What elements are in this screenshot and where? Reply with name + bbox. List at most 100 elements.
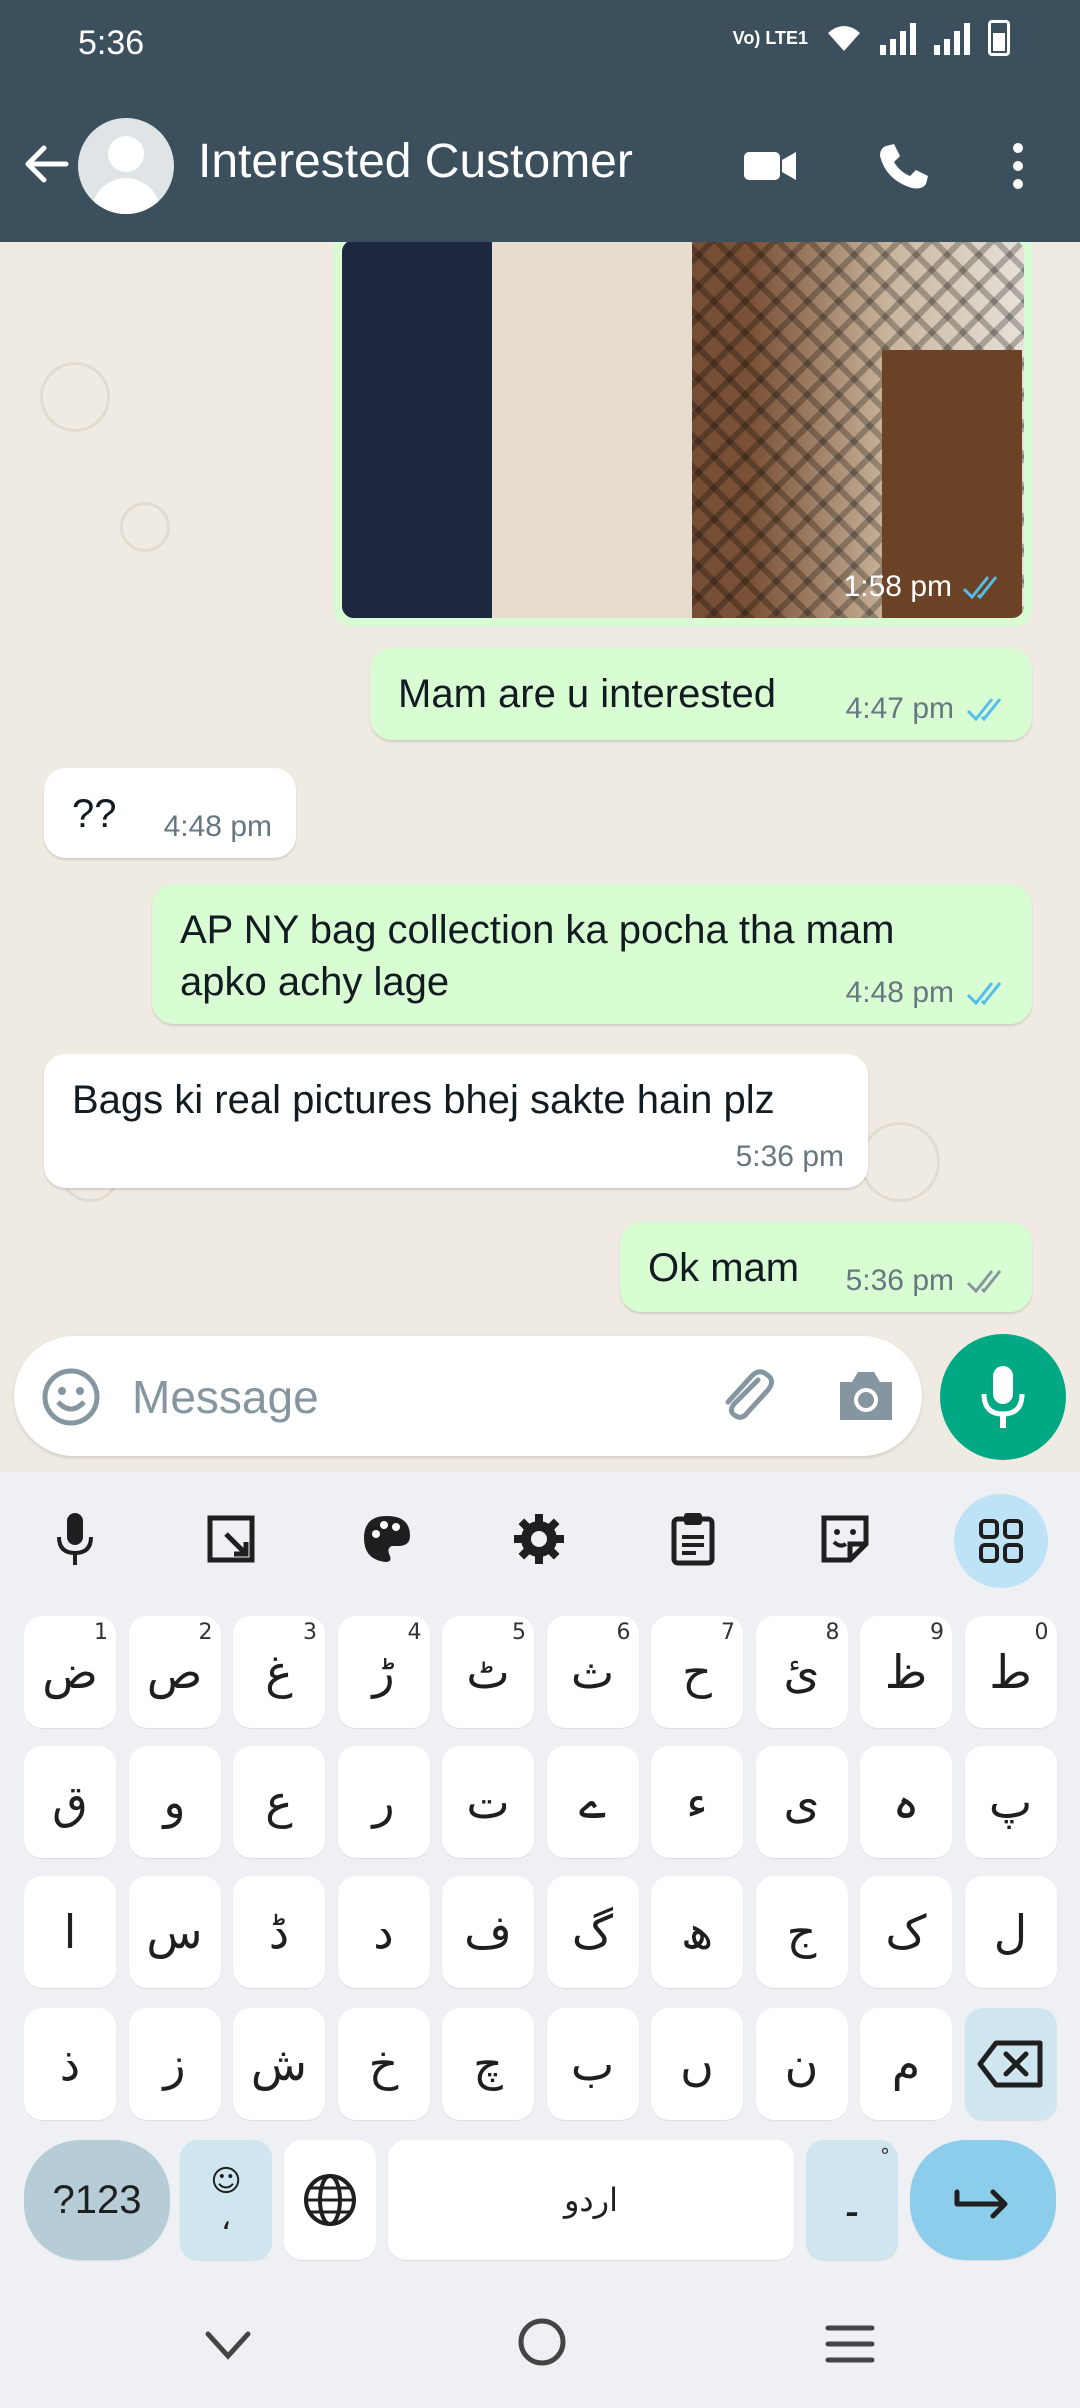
delivered-ticks-icon [966, 1270, 1002, 1293]
attach-icon[interactable] [714, 1364, 778, 1428]
letter-key[interactable]: گ [546, 1876, 639, 1988]
contact-name[interactable]: Interested Customer [198, 134, 633, 189]
key-label: ض [42, 1645, 98, 1699]
sticker-icon [821, 1515, 869, 1563]
wallpaper-doodle [860, 1122, 940, 1202]
letter-key[interactable]: ج [755, 1876, 848, 1988]
status-icons: Vo) LTE1 [733, 20, 1010, 56]
letter-key[interactable]: ق [24, 1746, 116, 1858]
letter-key[interactable]: ز [128, 2008, 221, 2120]
kb-resize-button[interactable] [186, 1494, 276, 1584]
emoji-comma-key[interactable]: ☺ ، [180, 2140, 272, 2260]
signal-icon [880, 21, 916, 55]
camera-icon[interactable] [834, 1366, 898, 1426]
letter-key[interactable]: ی [755, 1746, 848, 1858]
letter-key[interactable]: ع [233, 1746, 325, 1858]
back-arrow-icon[interactable] [18, 136, 74, 192]
voice-message-button[interactable] [940, 1334, 1066, 1460]
period-key[interactable]: ۔ ° [806, 2140, 898, 2260]
letter-key[interactable]: ئ8 [755, 1616, 848, 1728]
language-key[interactable] [284, 2140, 376, 2260]
letter-key[interactable]: ء [651, 1746, 743, 1858]
kb-apps-button[interactable] [954, 1494, 1048, 1588]
key-label: ذ [59, 2037, 81, 2091]
avatar[interactable] [78, 118, 174, 214]
kb-clipboard-button[interactable] [648, 1494, 738, 1584]
letter-key[interactable]: ک [860, 1876, 952, 1988]
key-number-hint: 9 [930, 1620, 944, 1645]
voice-call-icon[interactable] [872, 138, 932, 194]
more-options-icon[interactable] [1000, 138, 1036, 194]
recents-menu-icon[interactable] [822, 2320, 878, 2368]
letter-key[interactable]: ٹ5 [442, 1616, 534, 1728]
video-call-icon[interactable] [740, 138, 800, 194]
letter-key[interactable]: س [128, 1876, 221, 1988]
letter-key[interactable]: ذ [24, 2008, 116, 2120]
key-label: ظ [884, 1645, 928, 1699]
letter-key[interactable]: ھ [651, 1876, 743, 1988]
incoming-message[interactable]: Bags ki real pictures bhej sakte hain pl… [44, 1054, 868, 1188]
outgoing-message[interactable]: AP NY bag collection ka pocha tha mam ap… [152, 884, 1032, 1024]
letter-key[interactable]: پ [964, 1746, 1057, 1858]
letter-key[interactable]: ا [24, 1876, 116, 1988]
chat-area[interactable]: 1:58 pm Mam are u interested 4:47 pm ?? … [0, 242, 1080, 1472]
letter-key[interactable]: ظ9 [860, 1616, 952, 1728]
key-label: ڈ [268, 1905, 290, 1959]
letter-key[interactable]: ڈ [233, 1876, 325, 1988]
letter-key[interactable]: ب [546, 2008, 639, 2120]
outgoing-message[interactable]: Ok mam 5:36 pm [620, 1222, 1032, 1312]
key-label: ک [885, 1905, 927, 1959]
letter-key[interactable]: ش [233, 2008, 325, 2120]
letter-key[interactable]: و [128, 1746, 221, 1858]
letter-key[interactable]: ر [337, 1746, 430, 1858]
key-label: ت [466, 1775, 510, 1829]
letter-key[interactable]: چ [442, 2008, 534, 2120]
letter-key[interactable]: خ [337, 2008, 430, 2120]
letter-key[interactable]: ط0 [964, 1616, 1057, 1728]
emoji-icon[interactable] [40, 1366, 102, 1428]
incoming-message[interactable]: ?? 4:48 pm [44, 768, 296, 858]
letter-key[interactable]: ف [442, 1876, 534, 1988]
key-label: د [373, 1905, 394, 1959]
key-label: ہ [892, 1775, 920, 1829]
status-bar: 5:36 Vo) LTE1 [0, 0, 1080, 88]
home-icon[interactable] [514, 2314, 570, 2370]
letter-key[interactable]: ل [964, 1876, 1057, 1988]
image-message[interactable]: 1:58 pm [334, 242, 1032, 626]
kb-sticker-button[interactable] [800, 1494, 890, 1584]
key-label: ء [686, 1775, 708, 1829]
letter-key[interactable]: ن [755, 2008, 848, 2120]
kb-settings-button[interactable] [494, 1494, 584, 1584]
key-label: ے [579, 1775, 606, 1829]
message-meta: 1:58 pm [844, 570, 1004, 604]
chat-header: Interested Customer [0, 100, 1080, 230]
letter-key[interactable]: ت [442, 1746, 534, 1858]
message-input[interactable]: Message [132, 1370, 319, 1424]
letter-key[interactable]: ص2 [128, 1616, 221, 1728]
outgoing-message[interactable]: Mam are u interested 4:47 pm [370, 648, 1032, 740]
letter-key[interactable]: ث6 [546, 1616, 639, 1728]
space-key[interactable]: اردو [388, 2140, 794, 2260]
letter-key[interactable]: ح7 [651, 1616, 743, 1728]
letter-key[interactable]: ض1 [24, 1616, 116, 1728]
letter-key[interactable]: د [337, 1876, 430, 1988]
symbols-key[interactable]: ?123 [24, 2140, 170, 2260]
letter-key[interactable]: ڑ4 [337, 1616, 430, 1728]
resize-icon [207, 1515, 255, 1563]
backspace-key[interactable] [964, 2008, 1057, 2120]
key-label: ص [146, 1645, 203, 1699]
enter-key[interactable] [910, 2140, 1056, 2260]
kb-voice-button[interactable] [30, 1494, 120, 1584]
letter-key[interactable]: ں [651, 2008, 743, 2120]
key-number-hint: 6 [616, 1620, 631, 1645]
letter-key[interactable]: غ3 [233, 1616, 325, 1728]
letter-key[interactable]: م [860, 2008, 952, 2120]
letter-key[interactable]: ہ [860, 1746, 952, 1858]
hide-keyboard-icon[interactable] [200, 2326, 256, 2366]
message-text: ?? [72, 792, 117, 836]
key-number-hint: 7 [721, 1620, 735, 1645]
kb-theme-button[interactable] [342, 1494, 432, 1584]
letter-key[interactable]: ے [546, 1746, 639, 1858]
message-image[interactable]: 1:58 pm [342, 242, 1024, 618]
message-composer[interactable]: Message [14, 1336, 922, 1456]
